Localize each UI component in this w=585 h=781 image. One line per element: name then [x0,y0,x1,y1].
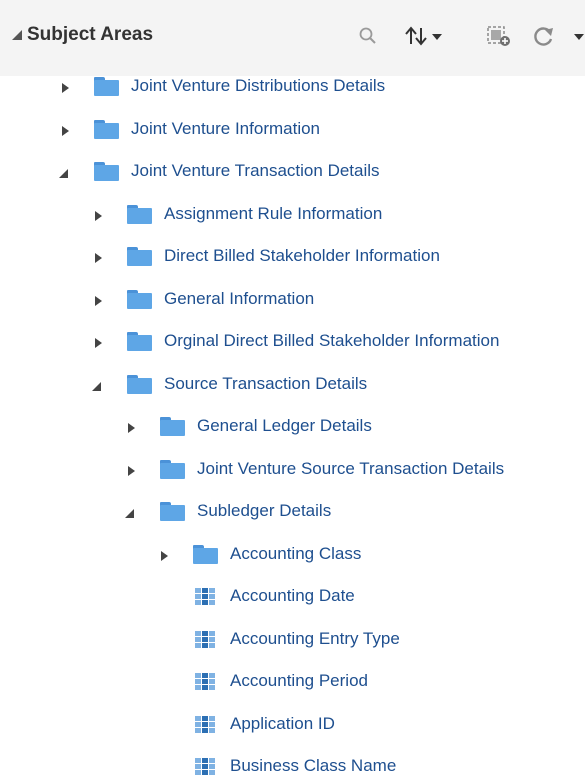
tree-node-label[interactable]: Source Transaction Details [164,374,367,394]
folder-icon [160,417,185,436]
tree-folder-node[interactable]: Joint Venture Information [0,109,585,141]
tree-folder-node[interactable]: Joint Venture Distributions Details [0,66,585,98]
collapse-pane-icon[interactable] [12,30,22,40]
tree-column-node[interactable]: Accounting Date [0,576,585,608]
column-icon [195,673,215,691]
refresh-icon [534,27,553,46]
tree-node-label[interactable]: Business Class Name [230,756,396,776]
tree-node-label[interactable]: Accounting Entry Type [230,629,400,649]
tree-folder-node[interactable]: Joint Venture Source Transaction Details [0,449,585,481]
folder-icon [127,332,152,351]
tree-folder-node[interactable]: General Information [0,279,585,311]
refresh-menu-button[interactable] [530,24,585,48]
collapse-triangle-icon[interactable] [92,381,101,391]
tree-node-label[interactable]: Accounting Period [230,671,368,691]
search-icon[interactable] [358,24,378,48]
tree-folder-node[interactable]: Direct Billed Stakeholder Information [0,236,585,268]
column-icon [195,588,215,606]
tree-folder-node[interactable]: General Ledger Details [0,406,585,438]
tree-node-label[interactable]: Joint Venture Transaction Details [131,161,380,181]
folder-icon [94,77,119,96]
tree-column-node[interactable]: Application ID [0,704,585,736]
subject-areas-header: Subject Areas [0,0,585,76]
tree-folder-node[interactable]: Joint Venture Transaction Details [0,151,585,183]
folder-icon [127,374,152,394]
tree-column-node[interactable]: Business Class Name [0,746,585,778]
tree-node-label[interactable]: General Information [164,289,314,309]
tree-folder-node[interactable]: Assignment Rule Information [0,194,585,226]
folder-icon [94,119,119,139]
expand-triangle-icon[interactable] [128,423,135,433]
tree-folder-node[interactable]: Subledger Details [0,491,585,523]
tree-node-label[interactable]: Subledger Details [197,501,331,521]
folder-icon [127,204,152,224]
expand-triangle-icon[interactable] [95,338,102,348]
expand-triangle-icon[interactable] [128,465,135,476]
folder-icon [127,289,152,309]
expand-triangle-icon[interactable] [95,295,102,306]
tree-node-label[interactable]: Joint Venture Information [131,119,320,139]
expand-triangle-icon[interactable] [95,253,102,263]
column-icon [195,715,215,734]
folder-icon [193,544,218,564]
folder-icon [160,459,185,479]
tree-folder-node[interactable]: Source Transaction Details [0,364,585,396]
tree-column-node[interactable]: Accounting Period [0,661,585,693]
collapse-triangle-icon[interactable] [59,169,68,178]
tree-node-label[interactable]: Joint Venture Source Transaction Details [197,459,504,479]
tree-node-label[interactable]: Orginal Direct Billed Stakeholder Inform… [164,331,499,351]
tree-column-node[interactable]: Accounting Entry Type [0,619,585,651]
expand-triangle-icon[interactable] [62,83,69,93]
tree-node-label[interactable]: General Ledger Details [197,416,372,436]
tree-folder-node[interactable]: Accounting Class [0,534,585,566]
column-icon [195,758,215,776]
expand-triangle-icon[interactable] [95,210,102,221]
tree-node-label[interactable]: Joint Venture Distributions Details [131,76,385,96]
tree-node-label[interactable]: Direct Billed Stakeholder Information [164,246,440,266]
tree-node-label[interactable]: Assignment Rule Information [164,204,382,224]
tree-node-label[interactable]: Application ID [230,714,335,734]
collapse-triangle-icon[interactable] [125,509,134,518]
chevron-down-icon [432,34,442,40]
chevron-down-icon [574,34,584,40]
expand-triangle-icon[interactable] [62,125,69,136]
folder-icon [160,502,185,521]
tree-node-label[interactable]: Accounting Date [230,586,355,606]
folder-icon [127,247,152,266]
create-icon[interactable] [486,24,512,48]
pane-title: Subject Areas [27,24,154,45]
sort-icon [405,26,427,46]
tree-node-label[interactable]: Accounting Class [230,544,361,564]
sort-menu-button[interactable] [404,24,448,48]
expand-triangle-icon[interactable] [161,550,168,561]
folder-icon [94,162,119,181]
column-icon [195,630,215,649]
tree-folder-node[interactable]: Orginal Direct Billed Stakeholder Inform… [0,321,585,353]
